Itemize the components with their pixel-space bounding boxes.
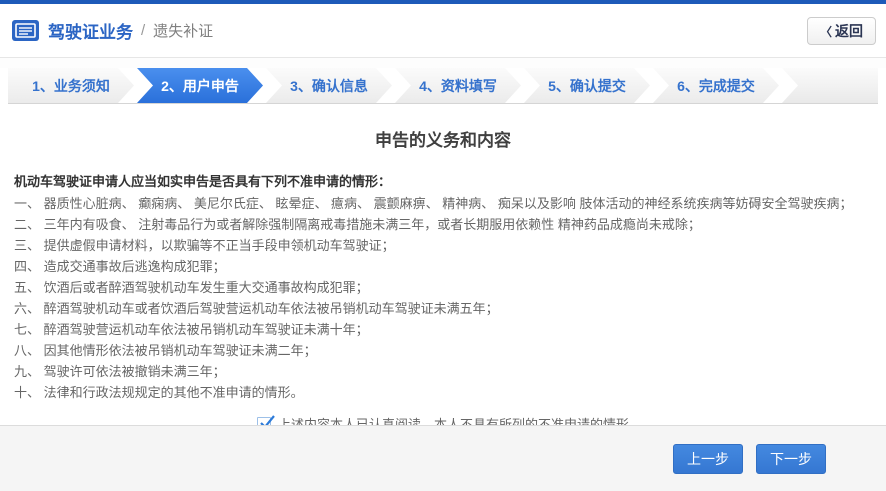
back-button[interactable]: 〈 返回 [806,17,876,45]
declaration-content: 申告的义务和内容 机动车驾驶证申请人应当如实申告是否具有下列不准申请的情形： 一… [0,104,886,425]
next-step-button[interactable]: 下一步 [756,443,826,474]
rule-item-9: 九、 驾驶许可依法被撤销未满三年； [14,364,226,379]
rule-item-7: 七、 醉酒驾驶营运机动车依法被吊销机动车驾驶证未满十年； [14,322,369,337]
rule-item-10: 十、 法律和行政法规规定的其他不准申请的情形。 [14,385,304,400]
footer-action-bar: 上一步 下一步 [0,425,886,491]
step-1-business-notice: 1、业务须知 [8,68,134,103]
declaration-intro: 机动车驾驶证申请人应当如实申告是否具有下列不准申请的情形： [14,174,392,189]
breadcrumb-service-title[interactable]: 驾驶证业务 [48,18,133,43]
rule-item-4: 四、 造成交通事故后逃逸构成犯罪； [14,259,226,274]
checkmark-icon [260,414,275,425]
rule-item-8: 八、 因其他情形依法被吊销机动车驾驶证未满二年； [14,343,317,358]
license-card-icon [12,20,39,41]
rule-item-1: 一、 器质性心脏病、 癫痫病、 美尼尔氏症、 眩晕症、 癔病、 震颤麻痹、 精神… [14,196,853,211]
step-3-confirm-info: 3、确认信息 [266,68,392,103]
agreement-row: 上述内容本人已认真阅读，本人不具有所列的不准申请的情形 [14,414,872,425]
header: 驾驶证业务 / 遗失补证 〈 返回 [0,4,886,58]
step-2-user-declaration: 2、用户申告 [137,68,263,103]
breadcrumb-separator: / [141,22,146,39]
rule-item-2: 二、 三年内有吸食、 注射毒品行为或者解除强制隔离戒毒措施未满三年，或者长期服用… [14,217,701,232]
step-6-complete-submit: 6、完成提交 [653,68,779,103]
back-button-label: 返回 [835,23,863,39]
step-bar-filler [782,68,878,103]
agreement-checkbox[interactable] [256,414,275,425]
header-gap [0,58,886,68]
step-4-fill-data: 4、资料填写 [395,68,521,103]
rule-item-6: 六、 醉酒驾驶机动车或者饮酒后驾驶营运机动车依法被吊销机动车驾驶证未满五年； [14,301,499,316]
step-5-confirm-submit: 5、确认提交 [524,68,650,103]
step-progress-bar: 1、业务须知 2、用户申告 3、确认信息 4、资料填写 5、确认提交 6、完成提… [8,68,878,104]
breadcrumb-current-page: 遗失补证 [153,23,214,40]
agreement-label[interactable]: 上述内容本人已认真阅读，本人不具有所列的不准申请的情形 [278,414,629,425]
rule-item-5: 五、 饮酒后或者醉酒驾驶机动车发生重大交通事故构成犯罪； [14,280,369,295]
page-title: 申告的义务和内容 [375,131,511,150]
back-chevron-icon: 〈 [819,24,832,39]
previous-step-button[interactable]: 上一步 [673,443,743,474]
rule-item-3: 三、 提供虚假申请材料，以欺骗等不正当手段申领机动车驾驶证； [14,238,395,253]
